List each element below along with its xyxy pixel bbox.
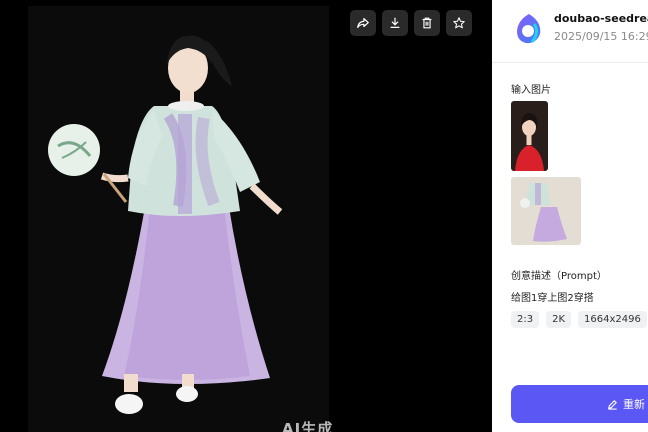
image-viewer: AI生成 — [0, 0, 492, 432]
doubao-logo-icon — [517, 14, 541, 44]
resolution-tag: 2K — [546, 311, 572, 328]
panel-header: doubao-seedream 2025/09/15 16:29 — [492, 0, 648, 63]
outfit-thumbnail — [511, 177, 581, 245]
timestamp: 2025/09/15 16:29 — [554, 30, 648, 43]
trash-icon — [422, 17, 432, 29]
download-icon — [390, 17, 400, 28]
woman-in-lavender-outfit — [28, 6, 329, 432]
download-button[interactable] — [382, 10, 408, 36]
input-image-2[interactable] — [511, 177, 581, 245]
woman-portrait-thumbnail — [511, 101, 548, 171]
delete-button[interactable] — [414, 10, 440, 36]
aspect-ratio-tag: 2:3 — [511, 311, 540, 328]
parameter-tags: 2:3 2K 1664x2496 — [511, 311, 647, 328]
size-tag: 1664x2496 — [578, 311, 647, 328]
input-image-1[interactable] — [511, 101, 548, 171]
regenerate-button[interactable]: 重新 — [511, 385, 648, 423]
prompt-label: 创意描述（Prompt） — [511, 271, 607, 282]
model-name: doubao-seedream — [554, 12, 648, 25]
prompt-text: 给图1穿上图2穿搭 — [511, 293, 594, 304]
input-images-label: 输入图片 — [511, 85, 551, 96]
image-toolbar — [350, 10, 472, 36]
star-icon — [453, 17, 465, 29]
share-icon — [357, 18, 369, 28]
generated-image[interactable] — [28, 6, 329, 432]
regenerate-label: 重新 — [623, 398, 645, 411]
share-button[interactable] — [350, 10, 376, 36]
ai-generated-watermark: AI生成 — [282, 420, 334, 432]
favorite-button[interactable] — [446, 10, 472, 36]
details-panel: doubao-seedream 2025/09/15 16:29 输入图片 创意… — [492, 0, 648, 432]
edit-icon — [608, 399, 617, 410]
